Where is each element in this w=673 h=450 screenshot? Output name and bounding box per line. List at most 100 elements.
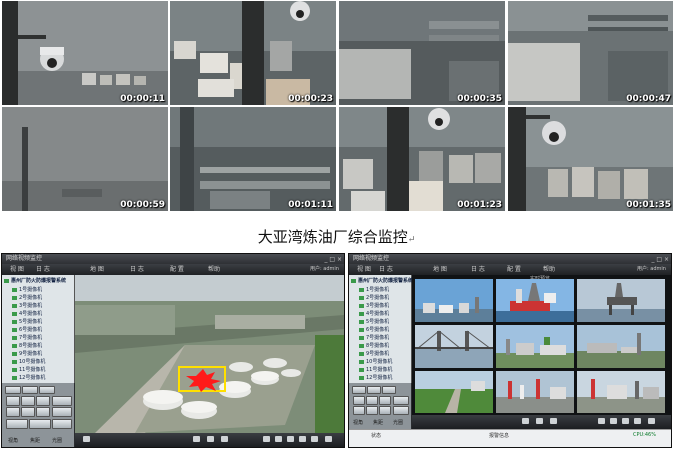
menu-item-log-2[interactable]: 日 志 xyxy=(130,264,144,275)
record-button[interactable] xyxy=(221,436,228,442)
video-frame-5[interactable]: 00:00:59 xyxy=(2,107,168,211)
eject-icon[interactable] xyxy=(83,436,90,442)
tree-item[interactable]: 7号摄像机 xyxy=(359,335,389,342)
pan-up-left-button[interactable] xyxy=(353,396,365,405)
tree-item[interactable]: 10号摄像机 xyxy=(12,359,45,366)
settings-icon[interactable] xyxy=(648,418,655,424)
fullscreen-button[interactable] xyxy=(634,418,641,424)
live-view-cell[interactable] xyxy=(415,371,493,413)
live-view-cell[interactable] xyxy=(577,325,665,368)
ptz-tab-button[interactable] xyxy=(382,386,396,394)
menu-item-map[interactable]: 地 图 xyxy=(90,264,104,275)
video-frame-3[interactable]: 00:00:35 xyxy=(339,1,505,105)
snapshot-button[interactable] xyxy=(207,436,214,442)
pan-up-left-button[interactable] xyxy=(6,396,20,406)
pan-up-right-button[interactable] xyxy=(379,396,391,405)
pan-stop-button[interactable] xyxy=(366,406,378,415)
snapshot-button[interactable] xyxy=(536,418,543,424)
live-view-cell[interactable] xyxy=(496,325,574,368)
layout-1-button[interactable] xyxy=(263,436,270,442)
layout-4-button[interactable] xyxy=(610,418,617,424)
zoom-button[interactable] xyxy=(52,396,72,406)
pan-up-button[interactable] xyxy=(21,396,35,406)
video-frame-8[interactable]: 00:01:35 xyxy=(508,107,673,211)
pan-left-button[interactable] xyxy=(353,406,365,415)
menu-item-view[interactable]: 视 图 xyxy=(357,264,371,275)
live-view-cell[interactable] xyxy=(577,371,665,413)
tree-item[interactable]: 4号摄像机 xyxy=(12,311,42,318)
video-frame-1[interactable]: 00:00:11 xyxy=(2,1,168,105)
live-view-cell[interactable] xyxy=(415,279,493,322)
tree-item[interactable]: 1号摄像机 xyxy=(12,287,42,294)
live-view-cell[interactable] xyxy=(415,325,493,368)
tree-item[interactable]: 12号摄像机 xyxy=(359,375,392,382)
tree-item[interactable]: 7号摄像机 xyxy=(12,335,42,342)
tree-item[interactable]: 9号摄像机 xyxy=(12,351,42,358)
pan-left-button[interactable] xyxy=(6,407,20,417)
tree-item[interactable]: 8号摄像机 xyxy=(12,343,42,350)
layout-9-button[interactable] xyxy=(287,436,294,442)
live-view-cell[interactable] xyxy=(577,279,665,322)
settings-icon[interactable] xyxy=(325,436,332,442)
ptz-tab-button[interactable] xyxy=(352,386,366,394)
tree-item[interactable]: 3号摄像机 xyxy=(359,303,389,310)
tree-root[interactable]: 惠州厂防火防爆报警系统 xyxy=(4,278,66,285)
zoom-button[interactable] xyxy=(393,396,409,405)
menu-item-log-2[interactable]: 日 志 xyxy=(471,264,485,275)
preset-button[interactable] xyxy=(52,419,72,429)
tree-item[interactable]: 6号摄像机 xyxy=(12,327,42,334)
ptz-tab-button[interactable] xyxy=(39,386,55,394)
menu-item-config[interactable]: 配 置 xyxy=(170,264,184,275)
live-view-cell[interactable] xyxy=(496,279,574,322)
tree-item[interactable]: 5号摄像机 xyxy=(359,319,389,326)
main-video-view[interactable] xyxy=(75,275,344,433)
tree-item[interactable]: 5号摄像机 xyxy=(12,319,42,326)
tree-item[interactable]: 2号摄像机 xyxy=(12,295,42,302)
preset-button[interactable] xyxy=(6,419,28,429)
tree-item[interactable]: 3号摄像机 xyxy=(12,303,42,310)
focus-button[interactable] xyxy=(52,407,72,417)
menu-item-help[interactable]: 帮助 xyxy=(543,264,555,275)
tree-item[interactable]: 2号摄像机 xyxy=(359,295,389,302)
menu-item-view[interactable]: 视 图 xyxy=(10,264,24,275)
fullscreen-button[interactable] xyxy=(299,436,306,442)
ptz-tab-button[interactable] xyxy=(367,386,381,394)
menu-item-log[interactable]: 日 志 xyxy=(379,264,393,275)
tree-item[interactable]: 9号摄像机 xyxy=(359,351,389,358)
stop-button[interactable] xyxy=(522,418,529,424)
volume-icon[interactable] xyxy=(311,436,318,442)
video-frame-2[interactable]: 00:00:23 xyxy=(170,1,336,105)
menu-item-config[interactable]: 配 置 xyxy=(507,264,521,275)
pan-up-right-button[interactable] xyxy=(36,396,50,406)
tree-item[interactable]: 8号摄像机 xyxy=(359,343,389,350)
pan-stop-button[interactable] xyxy=(21,407,35,417)
focus-button[interactable] xyxy=(393,406,409,415)
layout-9-button[interactable] xyxy=(622,418,629,424)
layout-4-button[interactable] xyxy=(275,436,282,442)
tree-item[interactable]: 6号摄像机 xyxy=(359,327,389,334)
live-view-cell[interactable] xyxy=(496,371,574,413)
preset-button[interactable] xyxy=(29,419,51,429)
stop-button[interactable] xyxy=(193,436,200,442)
tree-item[interactable]: 11号摄像机 xyxy=(359,367,392,374)
record-button[interactable] xyxy=(550,418,557,424)
ptz-tab-button[interactable] xyxy=(22,386,38,394)
menu-item-log[interactable]: 日 志 xyxy=(36,264,50,275)
ptz-tab-button[interactable] xyxy=(5,386,21,394)
layout-1-button[interactable] xyxy=(598,418,605,424)
video-frame-4[interactable]: 00:00:47 xyxy=(508,1,673,105)
tree-item[interactable]: 1号摄像机 xyxy=(359,287,389,294)
menu-item-map[interactable]: 地 图 xyxy=(433,264,447,275)
menu-item-help[interactable]: 帮助 xyxy=(208,264,220,275)
pan-right-button[interactable] xyxy=(379,406,391,415)
video-frame-7[interactable]: 00:01:23 xyxy=(339,107,505,211)
tree-item[interactable]: 11号摄像机 xyxy=(12,367,45,374)
pan-up-button[interactable] xyxy=(366,396,378,405)
video-frame-6[interactable]: 00:01:11 xyxy=(170,107,336,211)
pan-right-button[interactable] xyxy=(36,407,50,417)
tree-root[interactable]: 惠州厂防火防爆报警系统 xyxy=(351,278,413,285)
tree-item[interactable]: 12号摄像机 xyxy=(12,375,45,382)
caption-text: 大亚湾炼油厂综合监控 xyxy=(257,228,408,246)
tree-item[interactable]: 10号摄像机 xyxy=(359,359,392,366)
tree-item[interactable]: 4号摄像机 xyxy=(359,311,389,318)
